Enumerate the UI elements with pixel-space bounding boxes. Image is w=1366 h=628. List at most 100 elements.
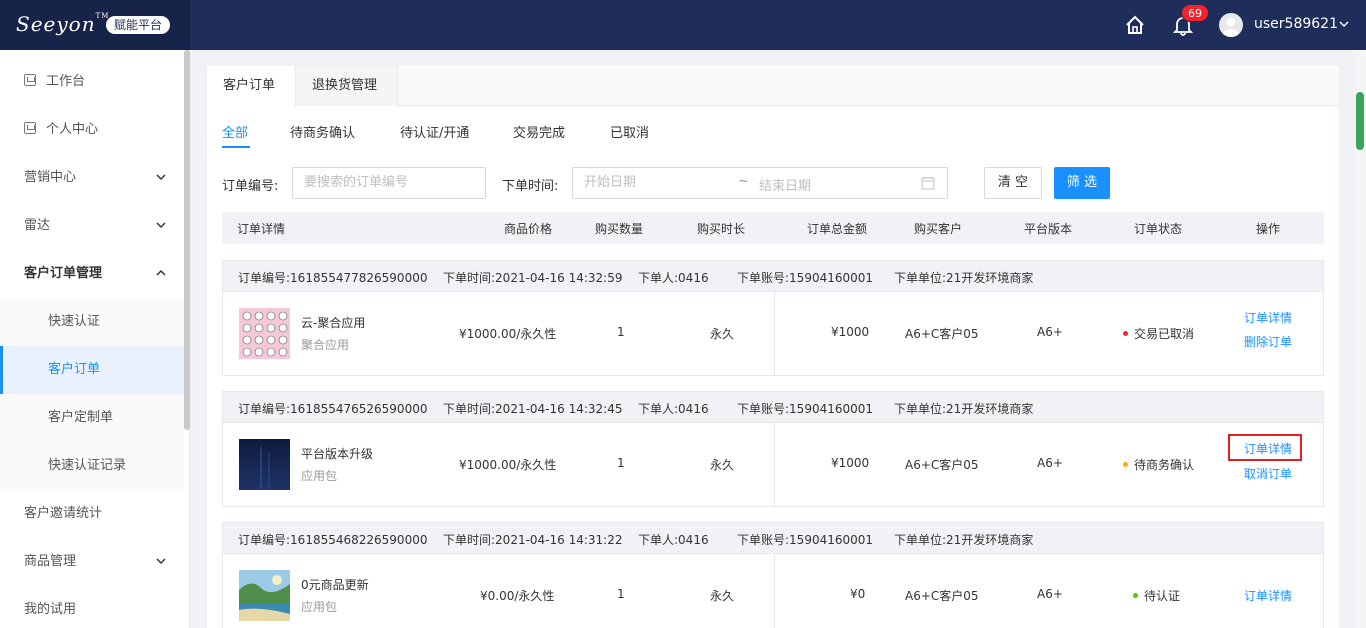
sidebar-item-my-trials[interactable]: 我的试用: [0, 586, 184, 628]
sidebar-item-quick-cert-records[interactable]: 快速认证记录: [0, 442, 184, 490]
calendar-icon[interactable]: [921, 176, 935, 190]
personal-center-icon: [24, 122, 36, 134]
order-time: 下单时间:2021-04-16 14:31:22: [443, 533, 623, 547]
row-divider: [774, 423, 775, 506]
user-avatar-icon: [1223, 17, 1239, 37]
platform-version: A6+: [1037, 456, 1063, 470]
col-price: 商品价格: [504, 222, 553, 236]
sidebar-item-customer-orders[interactable]: 客户订单: [0, 346, 184, 394]
seeyon-logo[interactable]: SeeyonTM: [16, 12, 109, 36]
start-date-input[interactable]: 开始日期: [584, 175, 636, 190]
chevron-down-icon: [156, 174, 166, 181]
purchase-duration: 永久: [710, 458, 735, 472]
order-customer: A6+C客户05: [905, 327, 979, 341]
purchase-quantity: 1: [617, 456, 625, 470]
order-unit: 下单单位:21开发环境商家: [894, 402, 1034, 416]
order-no-input[interactable]: 要搜索的订单编号: [292, 167, 486, 199]
purchase-quantity: 1: [617, 325, 625, 339]
sidebar-item-invite-stats[interactable]: 客户邀请统计: [0, 490, 184, 538]
sidebar-item-radar[interactable]: 雷达: [0, 202, 184, 250]
workbench-icon: [24, 74, 36, 86]
cancel-order-link[interactable]: 取消订单: [1244, 465, 1292, 482]
status-tab-pending-cert[interactable]: 待认证/开通: [400, 122, 469, 141]
notification-badge[interactable]: 69: [1181, 4, 1209, 22]
col-order-detail: 订单详情: [237, 222, 286, 236]
sidebar-item-marketing[interactable]: 营销中心: [0, 154, 184, 202]
product-thumbnail[interactable]: [239, 570, 290, 621]
product-type: 应用包: [301, 469, 338, 483]
col-operation: 操作: [1256, 222, 1281, 236]
product-thumbnail[interactable]: [239, 308, 290, 359]
order-customer: A6+C客户05: [905, 589, 979, 603]
order-number: 订单编号:161855476526590000: [238, 402, 428, 416]
clear-button[interactable]: 清 空: [984, 167, 1042, 199]
col-duration: 购买时长: [697, 222, 746, 236]
order-total: ¥0: [850, 587, 866, 601]
sidebar-scrollbar[interactable]: [184, 50, 190, 430]
top-bar: SeeyonTM 赋能平台 69 user589621: [0, 0, 1366, 50]
col-version: 平台版本: [1024, 222, 1073, 236]
order-detail-link[interactable]: 订单详情: [1244, 440, 1292, 457]
order-body: 0元商品更新 应用包 ¥0.00/永久性 1 永久 ¥0 A6+C客户05 A6…: [222, 554, 1324, 628]
delete-order-link[interactable]: 删除订单: [1244, 333, 1292, 350]
purchase-duration: 永久: [710, 589, 735, 603]
product-type: 应用包: [301, 600, 338, 614]
order-body: 云-聚合应用 聚合应用 ¥1000.00/永久性 1 永久 ¥1000 A6+C…: [222, 292, 1324, 376]
platform-badge: 赋能平台: [106, 16, 171, 34]
order-header: 订单编号:161855468226590000 下单时间:2021-04-16 …: [222, 522, 1324, 554]
order-account: 下单账号:15904160001: [737, 271, 874, 285]
order-no-label: 订单编号:: [222, 179, 279, 194]
sidebar-item-product-mgmt[interactable]: 商品管理: [0, 538, 184, 586]
date-range-separator: ~: [738, 174, 749, 189]
order-unit: 下单单位:21开发环境商家: [894, 533, 1034, 547]
logo-area: SeeyonTM 赋能平台: [0, 0, 190, 50]
status-tab-underline: [222, 146, 250, 148]
tab-customer-orders[interactable]: 客户订单: [207, 66, 296, 107]
order-number: 订单编号:161855468226590000: [238, 533, 428, 547]
order-header: 订单编号:161855477826590000 下单时间:2021-04-16 …: [222, 260, 1324, 292]
order-account: 下单账号:15904160001: [737, 402, 874, 416]
status-tab-all[interactable]: 全部: [222, 122, 248, 141]
col-status: 订单状态: [1134, 222, 1183, 236]
tab-returns[interactable]: 退换货管理: [296, 66, 398, 106]
main-panel: 客户订单 退换货管理 全部 待商务确认 待认证/开通 交易完成 已取消 订单编号…: [207, 66, 1339, 628]
order-status: 交易已取消: [1123, 325, 1194, 342]
username[interactable]: user589621: [1254, 16, 1338, 32]
sidebar-item-personal-center[interactable]: 个人中心: [0, 106, 184, 154]
order-status: 待认证: [1133, 587, 1180, 604]
order-detail-link[interactable]: 订单详情: [1244, 587, 1292, 604]
purchase-quantity: 1: [617, 587, 625, 601]
product-thumbnail[interactable]: [239, 439, 290, 490]
product-name: 云-聚合应用: [301, 316, 366, 330]
chevron-down-icon[interactable]: [1338, 18, 1350, 30]
purchase-duration: 永久: [710, 327, 735, 341]
order-person: 下单人:0416: [638, 402, 709, 416]
chevron-up-icon: [156, 269, 166, 276]
page-tabs: 客户订单 退换货管理: [207, 66, 1339, 107]
home-icon[interactable]: [1124, 14, 1146, 36]
sidebar-item-quick-cert[interactable]: 快速认证: [0, 298, 184, 346]
sidebar-item-workbench[interactable]: 工作台: [0, 58, 184, 106]
page-scrollbar-thumb[interactable]: [1356, 92, 1364, 150]
row-divider: [774, 554, 775, 628]
status-tab-done[interactable]: 交易完成: [513, 122, 565, 141]
row-divider: [774, 292, 775, 375]
order-status: 待商务确认: [1123, 456, 1194, 473]
col-quantity: 购买数量: [595, 222, 644, 236]
avatar[interactable]: [1219, 13, 1243, 37]
order-header: 订单编号:161855476526590000 下单时间:2021-04-16 …: [222, 391, 1324, 423]
end-date-input[interactable]: 结束日期: [759, 175, 811, 194]
chevron-down-icon: [156, 558, 166, 565]
status-tab-pending-business[interactable]: 待商务确认: [290, 122, 355, 141]
order-person: 下单人:0416: [638, 533, 709, 547]
order-customer: A6+C客户05: [905, 458, 979, 472]
order-detail-link[interactable]: 订单详情: [1244, 309, 1292, 326]
sidebar-item-customer-order-mgmt[interactable]: 客户订单管理: [0, 250, 184, 298]
chevron-down-icon: [156, 222, 166, 229]
filter-button[interactable]: 筛 选: [1054, 167, 1110, 199]
sidebar-item-custom-orders[interactable]: 客户定制单: [0, 394, 184, 442]
order-account: 下单账号:15904160001: [737, 533, 874, 547]
status-tab-cancelled[interactable]: 已取消: [610, 122, 649, 141]
status-dot: [1123, 462, 1128, 467]
order-body: 平台版本升级 应用包 ¥1000.00/永久性 1 永久 ¥1000 A6+C客…: [222, 423, 1324, 507]
